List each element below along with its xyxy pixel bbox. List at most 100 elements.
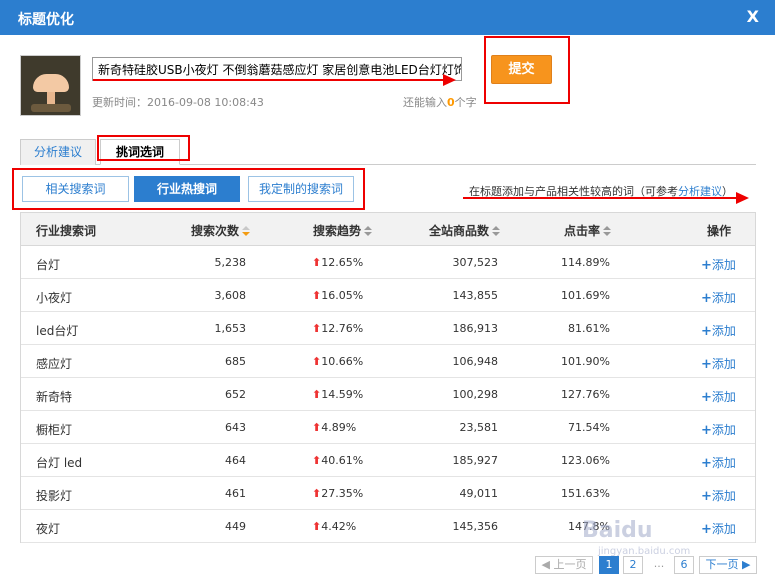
col-trend[interactable]: 搜索趋势 [313,222,373,239]
row-search-count: 461 [225,487,246,500]
row-trend: ⬆12.76% [312,322,363,335]
row-goods-count: 185,927 [452,454,499,467]
row-trend: ⬆4.42% [312,520,356,533]
table-row: 投影灯 461 ⬆27.35% 49,011 151.63% +添加 [21,477,755,510]
row-keyword: 小夜灯 [36,291,73,305]
sort-icon[interactable] [492,226,501,236]
next-page-label: 下一页 [705,558,739,571]
table-row: 台灯 led 464 ⬆40.61% 185,927 123.06% +添加 [21,444,755,477]
row-keyword: led台灯 [36,324,79,338]
page-1-button[interactable]: 1 [599,556,619,574]
plus-icon: + [701,324,712,339]
add-keyword-button[interactable]: +添加 [701,454,736,471]
col-action: 操作 [707,224,732,238]
dialog-titlebar: 标题优化 X [0,0,775,35]
row-trend-value: 12.76% [321,322,364,335]
row-search-count: 5,238 [214,256,247,269]
plus-icon: + [701,456,712,471]
table-row: 小夜灯 3,608 ⬆16.05% 143,855 101.69% +添加 [21,279,755,312]
row-keyword: 投影灯 [36,489,73,503]
row-keyword: 夜灯 [36,522,61,536]
row-keyword: 台灯 led [36,456,83,470]
row-keyword: 感应灯 [36,357,73,371]
row-ctr: 123.06% [561,454,610,467]
row-trend-value: 40.61% [321,454,364,467]
trend-up-icon: ⬆ [312,355,322,368]
annotation-underline-hint [463,197,738,199]
add-keyword-button[interactable]: +添加 [701,322,736,339]
col-ctr[interactable]: 点击率 [564,222,612,239]
row-search-count: 464 [225,454,246,467]
product-title-input[interactable]: 新奇特硅胶USB小夜灯 不倒翁蘑菇感应灯 家居创意电池LED台灯灯饰 [92,57,462,81]
add-keyword-button[interactable]: +添加 [701,388,736,405]
row-search-count: 3,608 [214,289,247,302]
row-ctr: 101.90% [561,355,610,368]
plus-icon: + [701,291,712,306]
page-2-button[interactable]: 2 [623,556,643,574]
next-page-button[interactable]: 下一页 ▶ [699,556,757,574]
row-keyword: 橱柜灯 [36,423,73,437]
row-trend: ⬆4.89% [312,421,356,434]
trend-up-icon: ⬆ [312,322,322,335]
trend-up-icon: ⬆ [312,421,322,434]
row-goods-count: 145,356 [452,520,499,533]
add-label: 添加 [711,291,736,305]
row-goods-count: 100,298 [452,388,499,401]
row-search-count: 652 [225,388,246,401]
trend-up-icon: ⬆ [312,289,322,302]
trend-up-icon: ⬆ [312,454,322,467]
row-trend-value: 4.42% [321,520,357,533]
add-label: 添加 [711,522,736,536]
add-keyword-button[interactable]: +添加 [701,289,736,306]
sort-active-icon[interactable] [242,226,251,236]
update-time-label: 更新时间： [92,96,147,109]
annotation-underline [93,79,445,81]
row-trend-value: 4.89% [321,421,357,434]
prev-page-label: 上一页 [553,558,587,571]
table-header: 行业搜索词 搜索次数 搜索趋势 全站商品数 点击率 操作 [21,213,755,246]
row-goods-count: 307,523 [452,256,499,269]
col-search-count[interactable]: 搜索次数 [191,222,251,239]
col-ctr-label: 点击率 [564,224,601,238]
row-goods-count: 186,913 [452,322,499,335]
sort-icon[interactable] [603,226,612,236]
add-keyword-button[interactable]: +添加 [701,487,736,504]
row-ctr: 147.8% [568,520,610,533]
add-keyword-button[interactable]: +添加 [701,520,736,537]
tab-analysis[interactable]: 分析建议 [20,139,96,165]
row-trend-value: 27.35% [321,487,364,500]
row-goods-count: 143,855 [452,289,499,302]
add-label: 添加 [711,390,736,404]
plus-icon: + [701,357,712,372]
pager-ellipsis: ... [653,557,665,570]
add-keyword-button[interactable]: +添加 [701,355,736,372]
add-label: 添加 [711,258,736,272]
annotation-arrow-icon [443,74,456,86]
row-keyword: 台灯 [36,258,61,272]
add-keyword-button[interactable]: +添加 [701,256,736,273]
sort-icon[interactable] [364,226,373,236]
table-row: 橱柜灯 643 ⬆4.89% 23,581 71.54% +添加 [21,411,755,444]
row-keyword: 新奇特 [36,390,73,404]
close-icon[interactable]: X [747,7,759,26]
remaining-chars: 还能输入0个字 [403,94,477,110]
row-search-count: 643 [225,421,246,434]
product-thumbnail [20,55,81,116]
annotation-box-tab [97,135,190,161]
trend-up-icon: ⬆ [312,388,322,401]
row-goods-count: 23,581 [459,421,499,434]
add-keyword-button[interactable]: +添加 [701,421,736,438]
table-row: 新奇特 652 ⬆14.59% 100,298 127.76% +添加 [21,378,755,411]
row-goods-count: 106,948 [452,355,499,368]
trend-up-icon: ⬆ [312,256,322,269]
add-label: 添加 [711,489,736,503]
page-6-button[interactable]: 6 [674,556,694,574]
update-time-value: 2016-09-08 10:08:43 [147,96,264,109]
row-trend-value: 10.66% [321,355,364,368]
plus-icon: + [701,522,712,537]
prev-page-button[interactable]: ◀ 上一页 [535,556,593,574]
col-goods[interactable]: 全站商品数 [429,222,501,239]
col-search-count-label: 搜索次数 [191,224,240,238]
annotation-box-submit [484,36,570,104]
col-trend-label: 搜索趋势 [313,224,362,238]
